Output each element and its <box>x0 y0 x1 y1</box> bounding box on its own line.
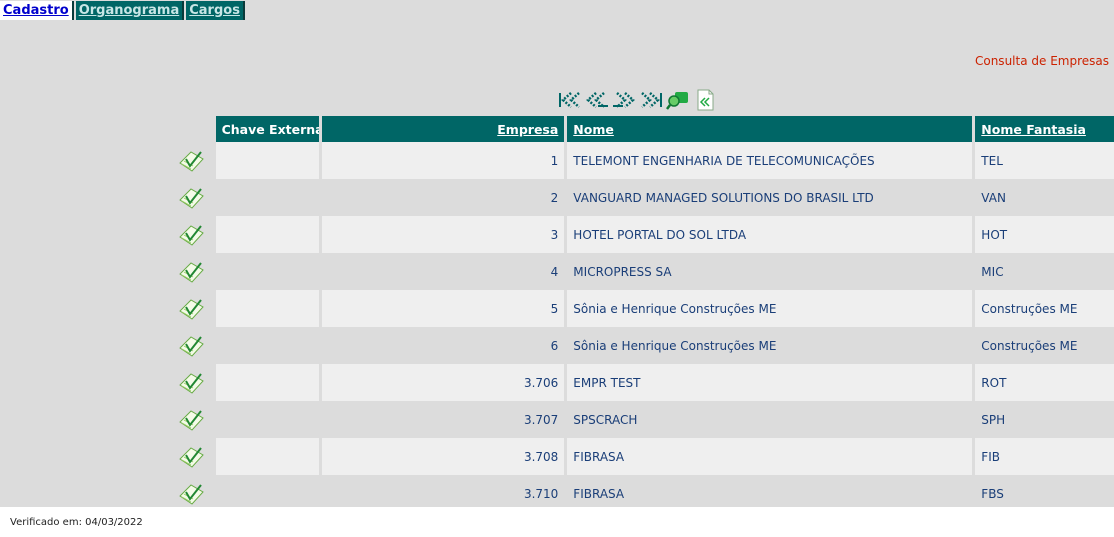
chave-externa-cell <box>215 179 319 216</box>
nome-fantasia-cell: TEL <box>975 142 1114 179</box>
first-page-icon[interactable] <box>557 89 583 111</box>
header-nome[interactable]: Nome <box>567 116 973 142</box>
header-chave-externa: Chave Externa <box>215 116 319 142</box>
chave-externa-cell <box>215 327 319 364</box>
last-page-icon[interactable] <box>638 89 664 111</box>
empresa-cell: 2 <box>321 179 565 216</box>
edit-icon[interactable] <box>178 334 204 358</box>
tab-organograma[interactable]: Organograma <box>75 1 185 20</box>
edit-icon[interactable] <box>178 371 204 395</box>
edit-icon[interactable] <box>178 223 204 247</box>
table-row: 3.706 EMPR TEST ROT <box>169 364 1114 401</box>
edit-cell <box>169 401 213 438</box>
nome-fantasia-cell: Construções ME <box>975 327 1114 364</box>
empresa-cell: 3.706 <box>321 364 565 401</box>
nome-fantasia-cell: SPH <box>975 401 1114 438</box>
edit-cell <box>169 364 213 401</box>
nome-cell: MICROPRESS SA <box>567 253 973 290</box>
empresa-cell: 3.708 <box>321 438 565 475</box>
companies-table: Chave Externa Empresa Nome Nome Fantasia… <box>169 116 1114 507</box>
nome-fantasia-cell: ROT <box>975 364 1114 401</box>
table-body: 1 TELEMONT ENGENHARIA DE TELECOMUNICAÇÕE… <box>169 142 1114 507</box>
nome-fantasia-cell: FBS <box>975 475 1114 507</box>
table-row: 3.708 FIBRASA FIB <box>169 438 1114 475</box>
chave-externa-cell <box>215 475 319 507</box>
nome-cell: Sônia e Henrique Construções ME <box>567 327 973 364</box>
table-row: 6 Sônia e Henrique Construções ME Constr… <box>169 327 1114 364</box>
nome-fantasia-cell: Construções ME <box>975 290 1114 327</box>
table-row: 4 MICROPRESS SA MIC <box>169 253 1114 290</box>
nome-cell: FIBRASA <box>567 475 973 507</box>
next-page-icon[interactable] <box>611 89 637 111</box>
edit-cell <box>169 253 213 290</box>
main-area: Cadastro Organograma Cargos Consulta de … <box>0 0 1114 507</box>
nome-cell: SPSCRACH <box>567 401 973 438</box>
edit-icon[interactable] <box>178 482 204 506</box>
nome-fantasia-cell: FIB <box>975 438 1114 475</box>
table-row: 5 Sônia e Henrique Construções ME Constr… <box>169 290 1114 327</box>
empresa-cell: 1 <box>321 142 565 179</box>
chave-externa-cell <box>215 216 319 253</box>
chave-externa-cell <box>215 438 319 475</box>
verified-date: Verificado em: 04/03/2022 <box>10 517 143 528</box>
nome-cell: HOTEL PORTAL DO SOL LTDA <box>567 216 973 253</box>
tab-bar: Cadastro Organograma Cargos <box>0 1 247 20</box>
tab-cargos[interactable]: Cargos <box>186 1 245 20</box>
edit-cell <box>169 142 213 179</box>
empresa-cell: 3.707 <box>321 401 565 438</box>
nome-cell: EMPR TEST <box>567 364 973 401</box>
edit-cell <box>169 438 213 475</box>
table-row: 3.707 SPSCRACH SPH <box>169 401 1114 438</box>
edit-icon[interactable] <box>178 186 204 210</box>
edit-icon[interactable] <box>178 297 204 321</box>
edit-cell <box>169 216 213 253</box>
edit-icon[interactable] <box>178 445 204 469</box>
empresa-cell: 3 <box>321 216 565 253</box>
edit-icon[interactable] <box>178 149 204 173</box>
edit-cell <box>169 290 213 327</box>
chave-externa-cell <box>215 253 319 290</box>
nome-fantasia-cell: HOT <box>975 216 1114 253</box>
tab-cadastro[interactable]: Cadastro <box>0 1 74 20</box>
header-nome-fantasia[interactable]: Nome Fantasia <box>975 116 1114 142</box>
chave-externa-cell <box>215 290 319 327</box>
table-row: 3 HOTEL PORTAL DO SOL LTDA HOT <box>169 216 1114 253</box>
edit-cell <box>169 327 213 364</box>
edit-icon[interactable] <box>178 408 204 432</box>
table-row: 3.710 FIBRASA FBS <box>169 475 1114 507</box>
nome-fantasia-cell: MIC <box>975 253 1114 290</box>
empresa-cell: 5 <box>321 290 565 327</box>
page-title: Consulta de Empresas <box>974 54 1109 68</box>
chave-externa-cell <box>215 364 319 401</box>
nome-cell: TELEMONT ENGENHARIA DE TELECOMUNICAÇÕES <box>567 142 973 179</box>
export-icon[interactable] <box>692 89 718 111</box>
nome-cell: VANGUARD MANAGED SOLUTIONS DO BRASIL LTD <box>567 179 973 216</box>
empresa-cell: 3.710 <box>321 475 565 507</box>
table-row: 1 TELEMONT ENGENHARIA DE TELECOMUNICAÇÕE… <box>169 142 1114 179</box>
previous-page-icon[interactable] <box>584 89 610 111</box>
chave-externa-cell <box>215 142 319 179</box>
nome-cell: FIBRASA <box>567 438 973 475</box>
table-header: Chave Externa Empresa Nome Nome Fantasia <box>169 116 1114 142</box>
header-actions <box>169 116 213 142</box>
nome-cell: Sônia e Henrique Construções ME <box>567 290 973 327</box>
search-icon[interactable] <box>665 89 691 111</box>
empresa-cell: 4 <box>321 253 565 290</box>
edit-icon[interactable] <box>178 260 204 284</box>
empresa-cell: 6 <box>321 327 565 364</box>
chave-externa-cell <box>215 401 319 438</box>
nome-fantasia-cell: VAN <box>975 179 1114 216</box>
edit-cell <box>169 475 213 507</box>
pager-toolbar <box>557 89 719 111</box>
edit-cell <box>169 179 213 216</box>
table-row: 2 VANGUARD MANAGED SOLUTIONS DO BRASIL L… <box>169 179 1114 216</box>
header-empresa[interactable]: Empresa <box>321 116 565 142</box>
